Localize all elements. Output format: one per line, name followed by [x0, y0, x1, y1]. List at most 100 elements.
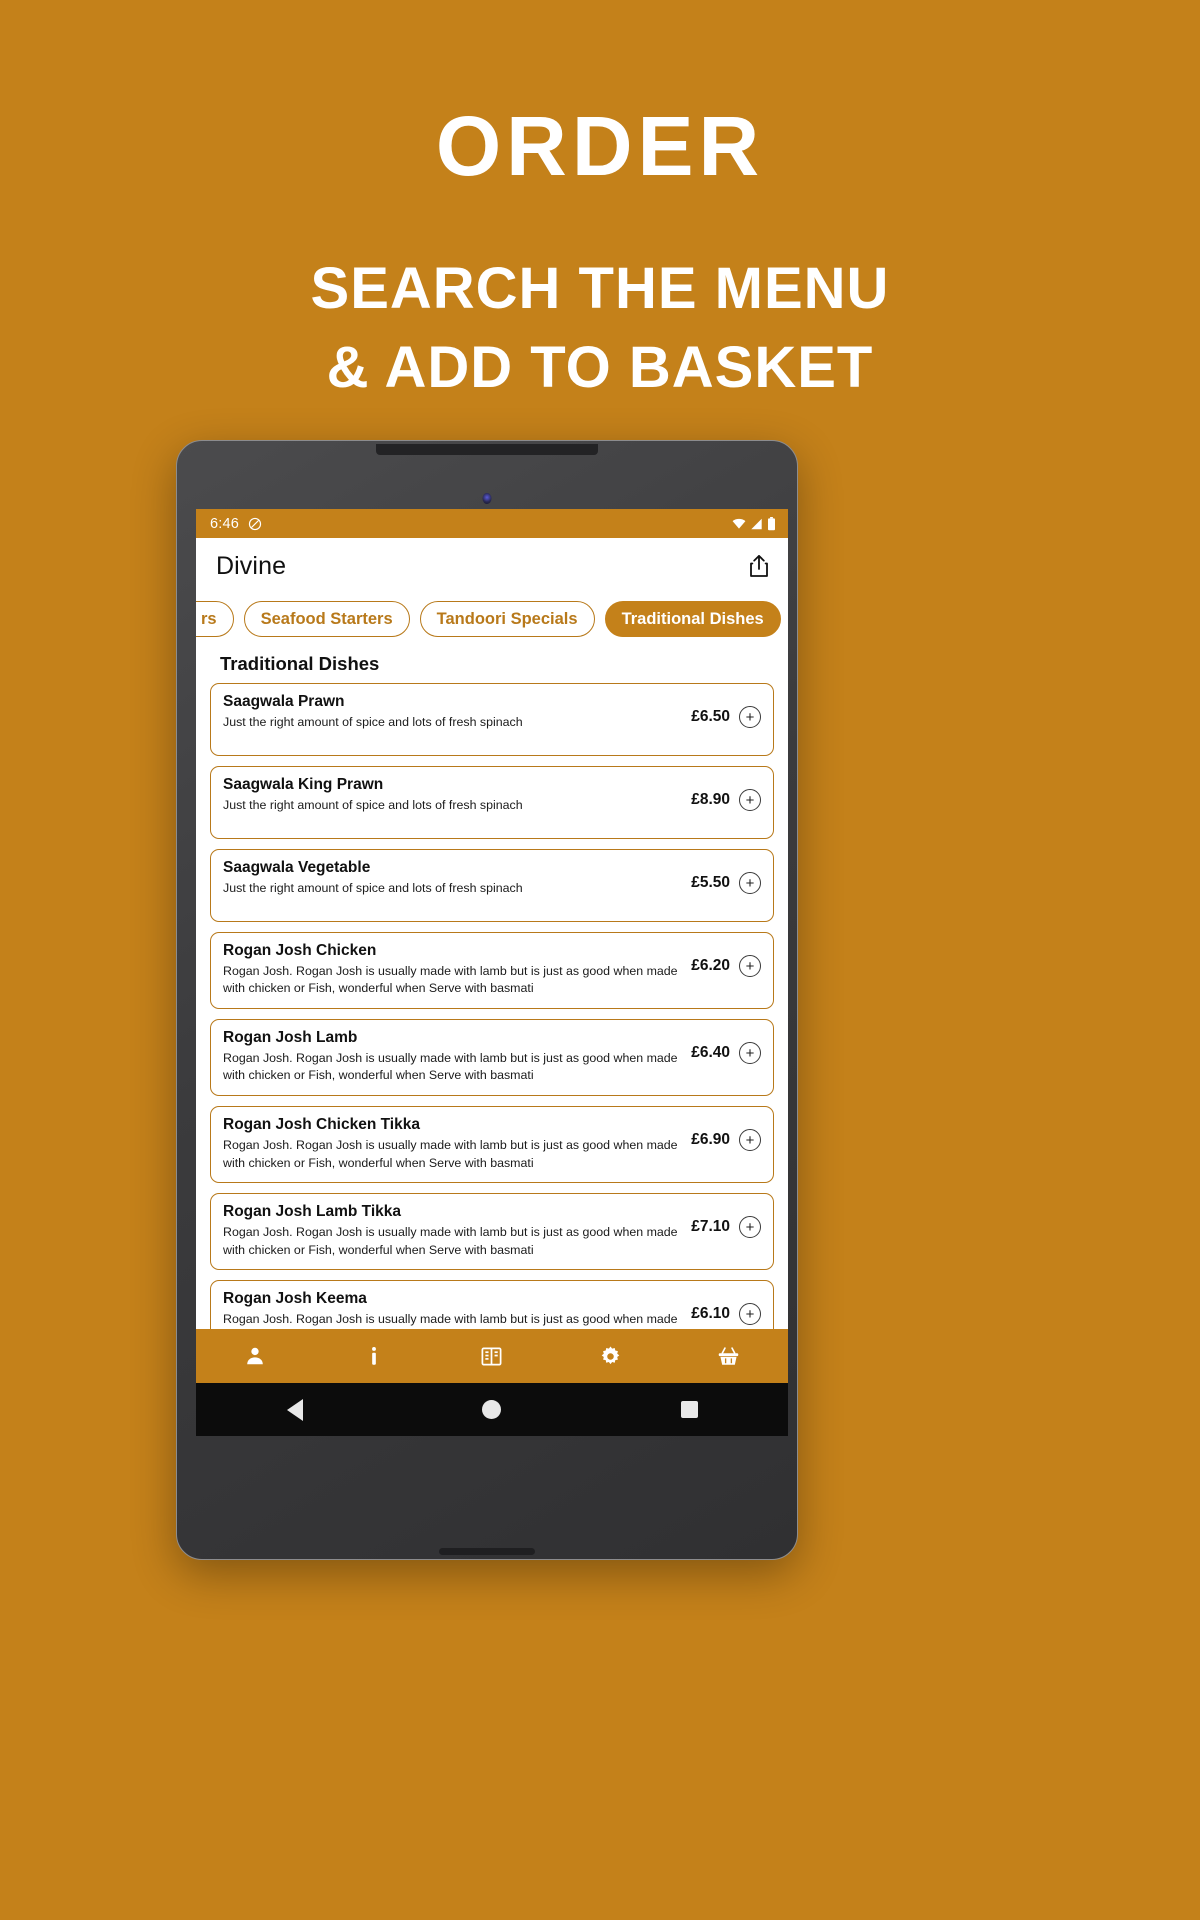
menu-item-text: Saagwala Prawn Just the right amount of …	[223, 692, 691, 731]
promo-subtitle-line-2: & ADD TO BASKET	[326, 334, 874, 400]
share-icon[interactable]	[748, 554, 770, 578]
battery-icon	[767, 516, 776, 531]
menu-item-text: Rogan Josh Chicken Rogan Josh. Rogan Jos…	[223, 941, 691, 998]
menu-item-description: Rogan Josh. Rogan Josh is usually made w…	[223, 1312, 678, 1327]
home-button[interactable]	[452, 1383, 532, 1436]
device-screen: 6:46 Divine rs Seafood Starters Tandoori…	[196, 509, 788, 1436]
menu-item-price: £6.90	[691, 1131, 730, 1149]
add-to-basket-button[interactable]: +	[739, 1303, 761, 1326]
menu-item-card[interactable]: Saagwala Vegetable Just the right amount…	[210, 849, 774, 922]
page-title: Divine	[216, 551, 287, 580]
promo-subtitle-line-1: SEARCH THE MENU	[310, 256, 890, 321]
menu-book-icon	[480, 1345, 503, 1368]
tab-traditional-dishes[interactable]: Traditional Dishes	[604, 601, 781, 637]
status-bar-left-icons	[248, 517, 262, 531]
bottom-navigation-bar[interactable]	[196, 1329, 788, 1383]
app-bar: Divine	[196, 538, 788, 594]
menu-item-actions: £6.10 +	[691, 1289, 761, 1326]
device-speaker-grille	[376, 444, 598, 455]
menu-item-price: £5.50	[691, 874, 730, 891]
add-to-basket-button[interactable]: +	[739, 706, 761, 728]
tab-label: Seafood Starters	[260, 609, 393, 628]
menu-item-price: £8.90	[691, 791, 730, 808]
category-tab-strip[interactable]: rs Seafood Starters Tandoori Specials Tr…	[196, 594, 788, 644]
menu-item-actions: £6.50 +	[691, 692, 761, 728]
wifi-icon	[732, 518, 746, 530]
status-bar: 6:46	[196, 509, 788, 538]
menu-item-actions: £6.90 +	[691, 1115, 761, 1152]
menu-item-description: Just the right amount of spice and lots …	[223, 880, 523, 895]
menu-item-actions: £8.90 +	[691, 775, 761, 811]
add-to-basket-button[interactable]: +	[739, 1216, 761, 1239]
menu-item-card[interactable]: Saagwala King Prawn Just the right amoun…	[210, 766, 774, 839]
recents-square-icon	[680, 1401, 698, 1418]
nav-item-basket[interactable]	[699, 1329, 759, 1383]
status-bar-right-icons	[732, 516, 776, 531]
menu-item-card[interactable]: Rogan Josh Lamb Rogan Josh. Rogan Josh i…	[210, 1019, 774, 1097]
menu-item-actions: £5.50 +	[691, 858, 761, 894]
menu-item-card[interactable]: Rogan Josh Lamb Tikka Rogan Josh. Rogan …	[210, 1193, 774, 1271]
person-icon	[244, 1345, 266, 1367]
add-to-basket-button[interactable]: +	[739, 1042, 761, 1065]
menu-item-actions: £6.40 +	[691, 1028, 761, 1065]
cellular-signal-icon	[750, 518, 763, 530]
menu-item-name: Rogan Josh Lamb	[223, 1029, 358, 1047]
menu-item-text: Rogan Josh Lamb Tikka Rogan Josh. Rogan …	[223, 1202, 691, 1259]
menu-item-card[interactable]: Saagwala Prawn Just the right amount of …	[210, 683, 774, 756]
back-triangle-icon	[286, 1398, 303, 1421]
menu-item-list[interactable]: Saagwala Prawn Just the right amount of …	[196, 683, 788, 1329]
add-to-basket-button[interactable]: +	[739, 1129, 761, 1152]
menu-item-description: Just the right amount of spice and lots …	[223, 797, 523, 812]
menu-item-price: £6.10	[691, 1305, 730, 1323]
nav-item-account[interactable]	[225, 1329, 285, 1383]
tablet-device-frame: 6:46 Divine rs Seafood Starters Tandoori…	[176, 440, 798, 1560]
status-bar-time: 6:46	[210, 515, 240, 532]
add-to-basket-button[interactable]: +	[739, 789, 761, 811]
recents-button[interactable]	[649, 1383, 729, 1436]
promo-subtitle: SEARCH THE MENU & ADD TO BASKET	[0, 250, 1200, 408]
back-button[interactable]	[255, 1383, 335, 1436]
menu-item-card[interactable]: Rogan Josh Chicken Rogan Josh. Rogan Jos…	[210, 932, 774, 1010]
nav-item-settings[interactable]	[580, 1329, 640, 1383]
tab-label: rs	[201, 609, 217, 628]
menu-item-name: Rogan Josh Lamb Tikka	[223, 1203, 402, 1221]
info-icon	[363, 1345, 385, 1367]
menu-item-name: Rogan Josh Keema	[223, 1290, 367, 1308]
promo-banner: ORDER SEARCH THE MENU & ADD TO BASKET	[0, 0, 1200, 408]
menu-item-name: Saagwala King Prawn	[223, 776, 384, 793]
menu-item-text: Saagwala King Prawn Just the right amoun…	[223, 775, 691, 814]
basket-icon	[717, 1345, 740, 1368]
tab-label: Tandoori Specials	[436, 609, 578, 628]
menu-item-name: Saagwala Vegetable	[223, 859, 371, 876]
nav-item-menu[interactable]	[462, 1329, 522, 1383]
tab-starters-clipped[interactable]: rs	[196, 601, 234, 637]
front-camera-icon	[482, 493, 492, 504]
menu-item-card[interactable]: Rogan Josh Keema Rogan Josh. Rogan Josh …	[210, 1280, 774, 1329]
menu-item-description: Just the right amount of spice and lots …	[223, 714, 523, 729]
menu-item-text: Saagwala Vegetable Just the right amount…	[223, 858, 691, 897]
add-to-basket-button[interactable]: +	[739, 872, 761, 894]
nav-item-info[interactable]	[344, 1329, 404, 1383]
section-heading: Traditional Dishes	[220, 653, 380, 674]
tab-label: Traditional Dishes	[621, 609, 764, 628]
menu-item-description: Rogan Josh. Rogan Josh is usually made w…	[223, 1137, 678, 1170]
gear-icon	[599, 1345, 622, 1368]
device-home-indicator	[439, 1548, 535, 1555]
menu-item-price: £6.50	[691, 708, 730, 725]
android-system-navigation[interactable]	[196, 1383, 788, 1436]
menu-item-description: Rogan Josh. Rogan Josh is usually made w…	[223, 1050, 678, 1083]
home-circle-icon	[482, 1400, 502, 1419]
menu-item-name: Rogan Josh Chicken Tikka	[223, 1116, 420, 1134]
menu-item-actions: £6.20 +	[691, 941, 761, 977]
do-not-disturb-icon	[248, 517, 262, 531]
menu-item-text: Rogan Josh Chicken Tikka Rogan Josh. Rog…	[223, 1115, 691, 1172]
menu-item-description: Rogan Josh. Rogan Josh is usually made w…	[223, 1224, 678, 1257]
add-to-basket-button[interactable]: +	[739, 955, 761, 977]
tab-tandoori-specials[interactable]: Tandoori Specials	[419, 601, 595, 637]
tab-seafood-starters[interactable]: Seafood Starters	[243, 601, 410, 637]
menu-item-name: Saagwala Prawn	[223, 693, 345, 710]
menu-item-price: £7.10	[691, 1218, 730, 1236]
menu-item-description: Rogan Josh. Rogan Josh is usually made w…	[223, 963, 678, 996]
menu-item-card[interactable]: Rogan Josh Chicken Tikka Rogan Josh. Rog…	[210, 1106, 774, 1184]
menu-item-price: £6.40	[691, 1044, 730, 1062]
